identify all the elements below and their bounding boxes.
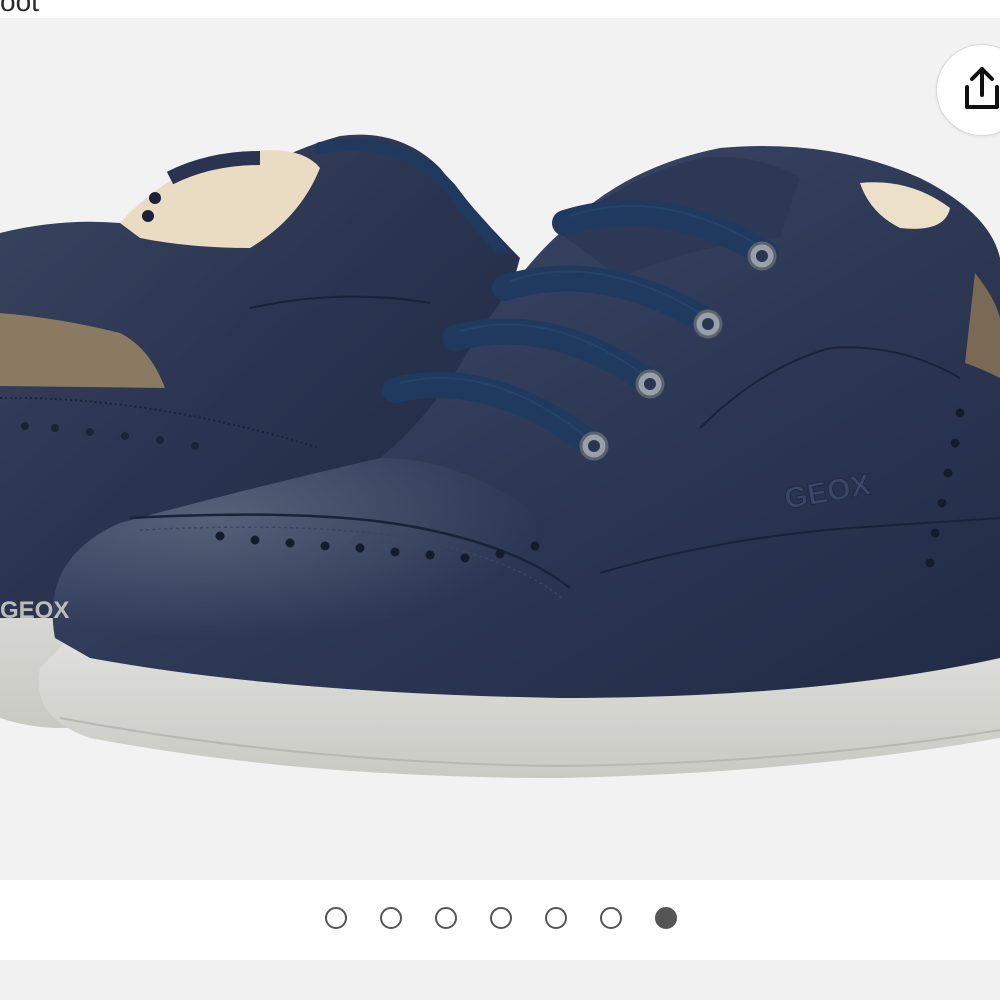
bottom-divider — [0, 960, 1000, 1000]
product-photo: GEOX GEOX — [0, 134, 1000, 778]
page-title-fragment: oot — [0, 0, 39, 17]
carousel-dots — [325, 904, 710, 932]
carousel-dot-3[interactable] — [435, 907, 457, 929]
product-page: oot GEOX GEOX — [0, 0, 1000, 1000]
carousel-dot-7[interactable] — [655, 907, 677, 929]
product-image-panel[interactable]: GEOX GEOX — [0, 18, 1000, 880]
carousel-dot-1[interactable] — [325, 907, 347, 929]
header-title-strip: oot — [0, 0, 1000, 18]
carousel-dot-5[interactable] — [545, 907, 567, 929]
share-icon — [965, 67, 999, 109]
carousel-dot-2[interactable] — [380, 907, 402, 929]
brand-logo-sole: GEOX — [0, 597, 69, 624]
carousel-indicator — [0, 880, 1000, 960]
carousel-dot-4[interactable] — [490, 907, 512, 929]
carousel-dot-6[interactable] — [600, 907, 622, 929]
